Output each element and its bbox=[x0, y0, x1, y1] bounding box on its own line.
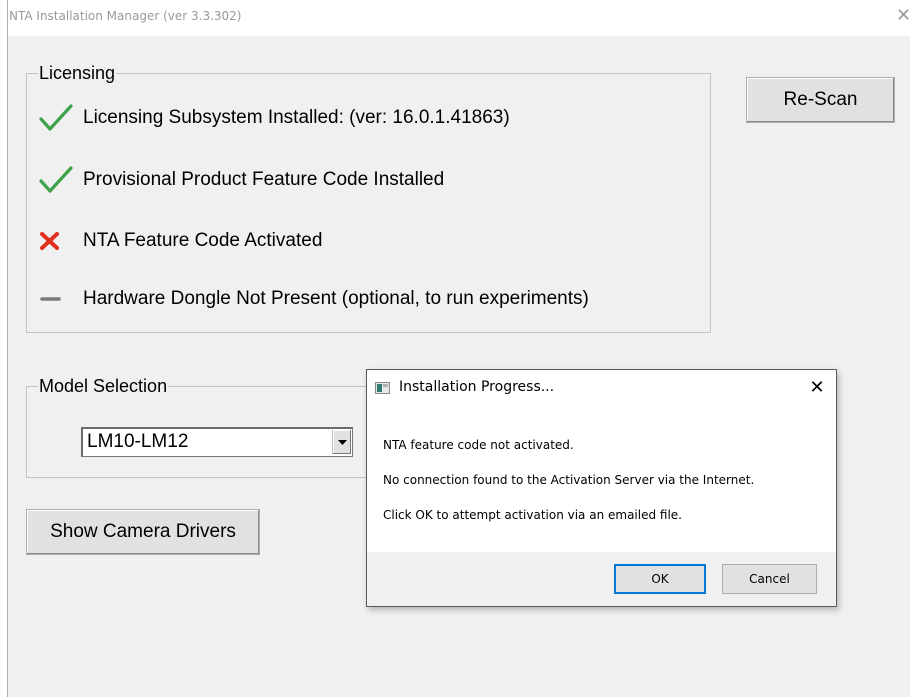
model-select-value: LM10-LM12 bbox=[87, 431, 189, 452]
dialog-message-line: Click OK to attempt activation via an em… bbox=[383, 508, 682, 522]
licensing-item-subsystem: Licensing Subsystem Installed: (ver: 16.… bbox=[39, 103, 510, 133]
check-icon bbox=[39, 103, 83, 133]
dialog-message-line: NTA feature code not activated. bbox=[383, 438, 574, 452]
window-title: NTA Installation Manager (ver 3.3.302) bbox=[9, 9, 242, 23]
installation-progress-dialog: Installation Progress... ✕ NTA feature c… bbox=[366, 369, 837, 607]
licensing-item-label: Hardware Dongle Not Present (optional, t… bbox=[83, 288, 589, 309]
dialog-body: NTA feature code not activated. No conne… bbox=[367, 404, 836, 552]
licensing-item-label: NTA Feature Code Activated bbox=[83, 230, 323, 251]
rescan-button[interactable]: Re-Scan bbox=[746, 77, 895, 123]
licensing-item-dongle: Hardware Dongle Not Present (optional, t… bbox=[39, 284, 589, 314]
licensing-item-provisional: Provisional Product Feature Code Install… bbox=[39, 165, 444, 195]
dialog-title-bar: Installation Progress... ✕ bbox=[367, 370, 836, 404]
licensing-item-label: Provisional Product Feature Code Install… bbox=[83, 169, 445, 190]
chevron-down-icon[interactable] bbox=[332, 430, 351, 454]
licensing-legend: Licensing bbox=[39, 63, 116, 83]
model-selection-group: Model Selection LM10-LM12 bbox=[26, 376, 386, 478]
ok-button[interactable]: OK bbox=[614, 564, 706, 594]
licensing-item-label: Licensing Subsystem Installed: (ver: 16.… bbox=[83, 107, 510, 128]
window-icon bbox=[375, 381, 390, 394]
show-camera-drivers-button[interactable]: Show Camera Drivers bbox=[26, 509, 260, 555]
cancel-button[interactable]: Cancel bbox=[722, 564, 817, 594]
dialog-message-line: No connection found to the Activation Se… bbox=[383, 473, 755, 487]
window-close-button[interactable]: ✕ bbox=[896, 6, 910, 24]
title-bar: NTA Installation Manager (ver 3.3.302) ✕ bbox=[8, 0, 910, 37]
model-selection-legend: Model Selection bbox=[39, 376, 168, 396]
dash-icon bbox=[39, 284, 83, 314]
model-select[interactable]: LM10-LM12 bbox=[81, 427, 353, 457]
cross-icon bbox=[39, 226, 83, 256]
licensing-item-activated: NTA Feature Code Activated bbox=[39, 226, 322, 256]
dialog-title: Installation Progress... bbox=[399, 379, 555, 395]
dialog-close-button[interactable]: ✕ bbox=[807, 377, 827, 397]
dialog-footer: OK Cancel bbox=[367, 552, 836, 606]
check-icon bbox=[39, 165, 83, 195]
